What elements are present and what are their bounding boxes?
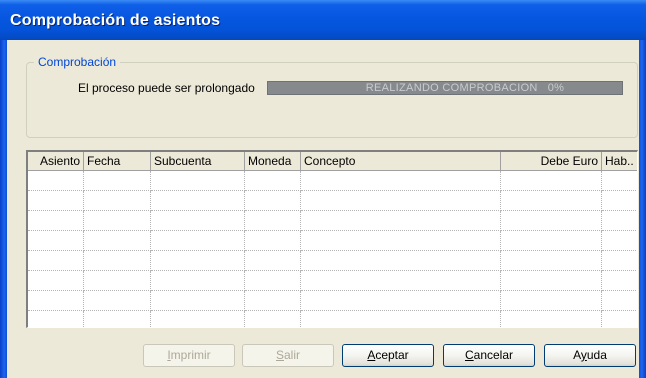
table-cell[interactable] [602, 191, 637, 211]
table-row[interactable] [28, 231, 637, 251]
table-cell[interactable] [501, 251, 602, 271]
dialog-window: Comprobación de asientos Comprobación El… [0, 0, 646, 378]
table-row[interactable] [28, 171, 637, 191]
table-cell[interactable] [602, 291, 637, 311]
table-cell[interactable] [84, 271, 151, 291]
table-cell[interactable] [28, 251, 84, 271]
table-row[interactable] [28, 291, 637, 311]
table-cell[interactable] [84, 291, 151, 311]
progress-bar: REALIZANDO COMPROBACION 0% [267, 81, 623, 95]
grid-body [28, 171, 637, 327]
table-cell[interactable] [28, 211, 84, 231]
column-header-fecha[interactable]: Fecha [84, 152, 151, 171]
salir-button[interactable]: Salir [242, 344, 334, 367]
table-cell[interactable] [84, 211, 151, 231]
table-cell[interactable] [84, 191, 151, 211]
table-cell[interactable] [28, 311, 84, 327]
table-cell[interactable] [602, 231, 637, 251]
table-cell[interactable] [501, 311, 602, 327]
table-cell[interactable] [501, 291, 602, 311]
table-cell[interactable] [28, 171, 84, 191]
table-cell[interactable] [501, 171, 602, 191]
table-row[interactable] [28, 191, 637, 211]
table-cell[interactable] [84, 311, 151, 327]
table-cell[interactable] [151, 211, 245, 231]
cancelar-button[interactable]: Cancelar [443, 344, 535, 367]
grid-header: Asiento Fecha Subcuenta Moneda Concepto … [28, 152, 637, 171]
table-cell[interactable] [602, 211, 637, 231]
table-cell[interactable] [151, 291, 245, 311]
table-cell[interactable] [245, 251, 301, 271]
comprobacion-groupbox [26, 62, 638, 138]
table-cell[interactable] [28, 231, 84, 251]
title-bar[interactable]: Comprobación de asientos [0, 0, 646, 40]
table-cell[interactable] [301, 191, 501, 211]
aceptar-button[interactable]: Aceptar [342, 344, 434, 367]
table-row[interactable] [28, 211, 637, 231]
window-border-right [639, 40, 646, 378]
table-cell[interactable] [245, 311, 301, 327]
table-cell[interactable] [245, 191, 301, 211]
table-cell[interactable] [301, 291, 501, 311]
table-cell[interactable] [245, 231, 301, 251]
table-cell[interactable] [501, 231, 602, 251]
table-cell[interactable] [602, 311, 637, 327]
table-cell[interactable] [245, 271, 301, 291]
groupbox-legend: Comprobación [34, 55, 121, 69]
table-cell[interactable] [151, 271, 245, 291]
table-cell[interactable] [151, 311, 245, 327]
column-header-debe-euro[interactable]: Debe Euro [501, 152, 602, 171]
table-row[interactable] [28, 311, 637, 327]
table-cell[interactable] [602, 251, 637, 271]
table-cell[interactable] [245, 171, 301, 191]
column-header-concepto[interactable]: Concepto [301, 152, 501, 171]
table-cell[interactable] [602, 271, 637, 291]
table-cell[interactable] [602, 171, 637, 191]
column-header-asiento[interactable]: Asiento [28, 152, 84, 171]
column-header-moneda[interactable]: Moneda [245, 152, 301, 171]
table-cell[interactable] [245, 291, 301, 311]
progress-text: REALIZANDO COMPROBACION 0% [365, 82, 565, 94]
table-cell[interactable] [501, 211, 602, 231]
table-cell[interactable] [245, 211, 301, 231]
column-header-haber[interactable]: Hab.. [602, 152, 637, 171]
table-cell[interactable] [301, 171, 501, 191]
table-cell[interactable] [301, 251, 501, 271]
entries-grid[interactable]: Asiento Fecha Subcuenta Moneda Concepto … [26, 150, 638, 328]
table-cell[interactable] [84, 231, 151, 251]
table-cell[interactable] [301, 211, 501, 231]
table-cell[interactable] [151, 191, 245, 211]
table-cell[interactable] [84, 251, 151, 271]
table-cell[interactable] [28, 291, 84, 311]
table-cell[interactable] [501, 191, 602, 211]
table-cell[interactable] [301, 311, 501, 327]
table-cell[interactable] [301, 231, 501, 251]
table-cell[interactable] [28, 191, 84, 211]
process-label: El proceso puede ser prolongado [78, 81, 255, 95]
table-cell[interactable] [151, 231, 245, 251]
table-cell[interactable] [151, 251, 245, 271]
table-cell[interactable] [151, 171, 245, 191]
column-header-subcuenta[interactable]: Subcuenta [151, 152, 245, 171]
table-cell[interactable] [501, 271, 602, 291]
window-title: Comprobación de asientos [10, 12, 221, 29]
imprimir-button[interactable]: Imprimir [143, 344, 235, 367]
window-border-left [0, 40, 7, 378]
table-cell[interactable] [84, 171, 151, 191]
table-row[interactable] [28, 251, 637, 271]
ayuda-button[interactable]: Ayuda [544, 344, 636, 367]
table-cell[interactable] [28, 271, 84, 291]
table-row[interactable] [28, 271, 637, 291]
table-cell[interactable] [301, 271, 501, 291]
